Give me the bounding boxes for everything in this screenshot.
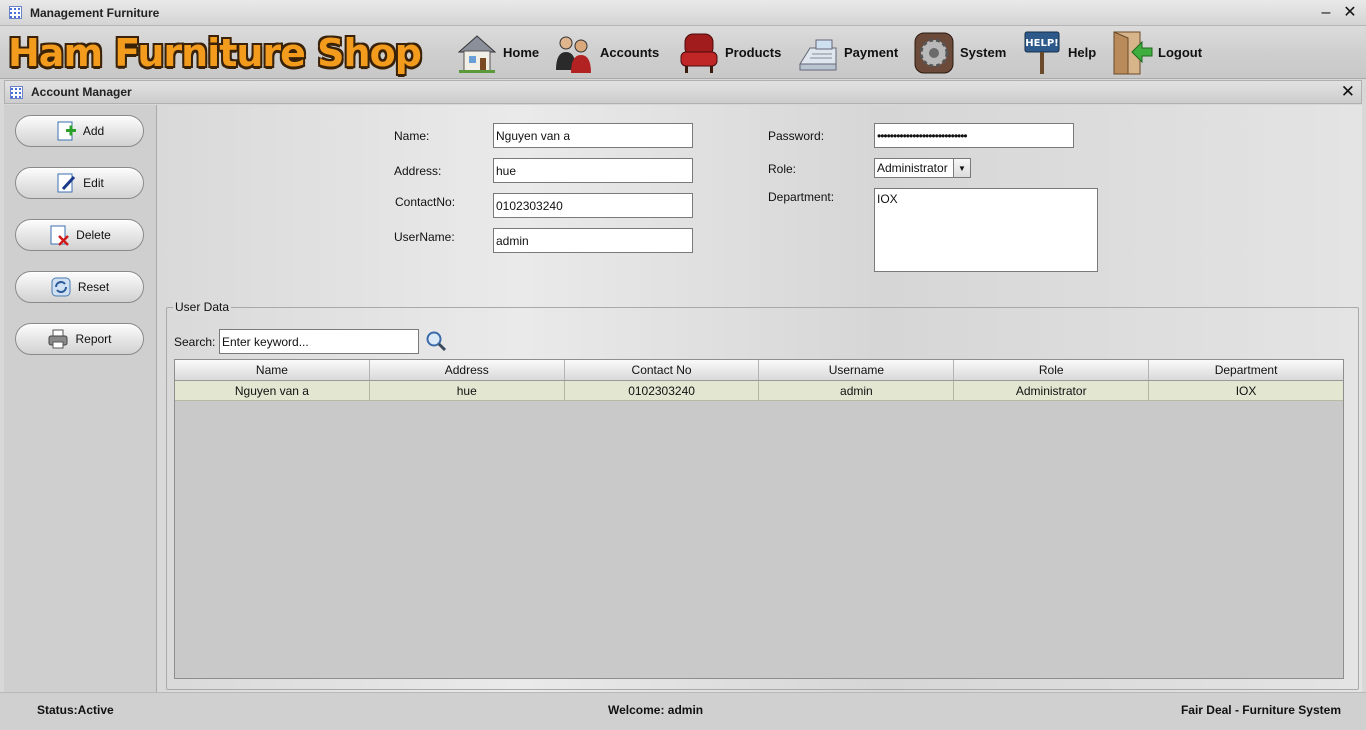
printer-icon <box>48 329 68 349</box>
password-label: Password: <box>768 129 825 143</box>
exit-door-icon <box>1113 30 1153 74</box>
cell-role: Administrator <box>954 381 1150 400</box>
edit-button-label: Edit <box>83 176 104 190</box>
user-data-table: Name Address Contact No Username Role De… <box>174 359 1344 679</box>
cell-department: IOX <box>1235 384 1257 398</box>
nav-home[interactable]: Home <box>455 26 539 79</box>
cell-name: Nguyen van a <box>175 381 370 400</box>
close-frame-button[interactable]: ✕ <box>1341 82 1355 102</box>
username-label: UserName: <box>394 230 455 244</box>
brand-logo: Ham Furniture Shop <box>8 26 438 79</box>
column-header-address[interactable]: Address <box>370 360 565 380</box>
nav-accounts-label: Accounts <box>600 45 660 60</box>
department-label: Department: <box>768 190 835 204</box>
nav-logout-label: Logout <box>1158 45 1203 60</box>
column-header-username[interactable]: Username <box>759 360 955 380</box>
chevron-down-icon: ▼ <box>953 159 970 177</box>
contact-field[interactable] <box>493 193 693 218</box>
welcome-text: Welcome: admin <box>608 703 704 717</box>
nav-products[interactable]: Products <box>677 26 781 79</box>
action-sidebar: Add Edit Delete Reset Report <box>4 105 157 692</box>
username-field[interactable] <box>493 228 693 253</box>
add-button[interactable]: Add <box>15 115 144 147</box>
minimize-button[interactable]: – <box>1318 3 1334 23</box>
brand-name: Ham Furniture Shop <box>8 30 422 75</box>
column-header-contact[interactable]: Contact No <box>565 360 760 380</box>
contact-label: ContactNo: <box>395 195 456 209</box>
nav-system[interactable]: System <box>912 26 1006 79</box>
frame-title: Account Manager <box>31 85 132 99</box>
internal-frame-titlebar: Account Manager ✕ <box>4 80 1362 104</box>
delete-document-icon <box>50 225 70 246</box>
user-data-title: User Data <box>173 300 232 314</box>
nav-logout[interactable]: Logout <box>1110 26 1202 79</box>
reset-button-label: Reset <box>77 280 110 294</box>
nav-system-label: System <box>960 45 1007 60</box>
search-icon[interactable] <box>424 329 448 353</box>
refresh-icon <box>51 277 71 297</box>
delete-button[interactable]: Delete <box>15 219 144 251</box>
gear-icon <box>914 32 954 73</box>
column-header-role[interactable]: Role <box>954 360 1150 380</box>
name-field[interactable] <box>493 123 693 148</box>
nav-help[interactable]: HELP! Help <box>1020 26 1096 79</box>
nav-home-label: Home <box>503 45 540 60</box>
address-label: Address: <box>394 164 442 178</box>
nav-payment[interactable]: Payment <box>796 26 898 79</box>
table-header: Name Address Contact No Username Role De… <box>175 360 1343 381</box>
svg-text:HELP!: HELP! <box>1025 38 1058 49</box>
cash-register-icon <box>799 39 837 70</box>
column-header-name[interactable]: Name <box>175 360 370 380</box>
top-navigation: Ham Furniture Shop Home Accounts Product… <box>0 26 1366 79</box>
search-label: Search: <box>174 335 216 349</box>
app-grid-icon <box>9 6 22 19</box>
nav-payment-label: Payment <box>844 45 899 60</box>
armchair-icon <box>680 33 718 73</box>
cell-address: hue <box>370 381 565 400</box>
status-bar: Status:Active Welcome: admin Fair Deal -… <box>0 692 1366 730</box>
password-field[interactable] <box>874 123 1074 148</box>
role-select[interactable]: Administrator ▼ <box>874 158 971 178</box>
tagline-text: Fair Deal - Furniture System <box>1180 703 1341 717</box>
report-button-label: Report <box>75 332 112 346</box>
role-select-value: Administrator <box>877 161 948 175</box>
add-button-label: Add <box>82 124 105 138</box>
house-icon <box>457 34 497 73</box>
edit-button[interactable]: Edit <box>15 167 144 199</box>
window-title: Management Furniture <box>30 5 160 20</box>
frame-grid-icon <box>10 85 23 99</box>
nav-products-label: Products <box>725 45 782 60</box>
add-document-icon <box>57 121 76 141</box>
department-textarea[interactable]: IOX <box>874 188 1098 272</box>
close-window-button[interactable]: ✕ <box>1342 3 1358 23</box>
help-sign-icon: HELP! <box>1024 31 1060 74</box>
people-icon <box>556 36 591 73</box>
search-input[interactable] <box>219 329 419 354</box>
window-titlebar: Management Furniture – ✕ <box>0 0 1366 26</box>
nav-help-label: Help <box>1068 45 1097 60</box>
delete-button-label: Delete <box>76 228 111 242</box>
column-header-department[interactable]: Department <box>1149 360 1343 380</box>
nav-accounts[interactable]: Accounts <box>552 26 659 79</box>
report-button[interactable]: Report <box>15 323 144 355</box>
reset-button[interactable]: Reset <box>15 271 144 303</box>
role-label: Role: <box>768 162 797 176</box>
window-controls: – ✕ <box>1318 3 1358 23</box>
table-row[interactable]: Nguyen van a hue 0102303240 admin Admini… <box>175 381 1343 401</box>
name-label: Name: <box>394 129 430 143</box>
edit-document-icon <box>57 173 76 193</box>
address-field[interactable] <box>493 158 693 183</box>
cell-contact: 0102303240 <box>565 381 760 400</box>
cell-username: admin <box>759 381 955 400</box>
status-text: Status:Active <box>37 703 114 717</box>
